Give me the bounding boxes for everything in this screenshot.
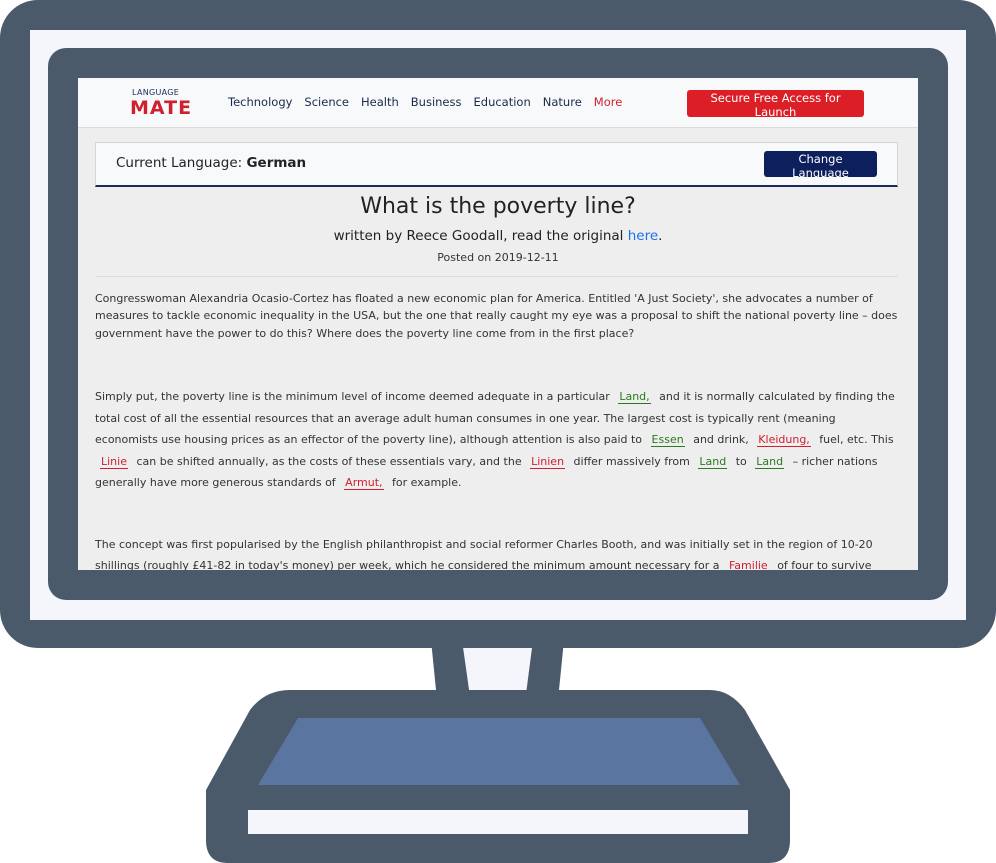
- vocab-word[interactable]: Land,: [618, 390, 651, 405]
- text-run: and drink,: [693, 433, 749, 447]
- paragraph-1: Congresswoman Alexandria Ocasio-Cortez h…: [95, 292, 898, 340]
- vocab-word[interactable]: Linien: [530, 455, 566, 469]
- article-body: Congresswoman Alexandria Ocasio-Cortez h…: [95, 290, 900, 570]
- posted-date: Posted on 2019-12-11: [437, 251, 559, 264]
- article-byline: written by Reece Goodall, read the origi…: [78, 228, 918, 244]
- byline-text: written by Reece Goodall, read the origi…: [333, 228, 624, 244]
- paragraph-3: The concept was first popularised by the…: [95, 534, 900, 570]
- logo-top-text: LANGUAGE: [132, 88, 180, 97]
- logo-main-text: MATE: [130, 97, 193, 119]
- text-run: differ massively from: [573, 454, 690, 468]
- original-article-link[interactable]: here: [628, 228, 658, 244]
- vocab-word[interactable]: Linie: [100, 455, 128, 469]
- vocab-word[interactable]: Land: [755, 455, 785, 469]
- change-language-button[interactable]: Change Language: [764, 151, 877, 180]
- vocab-word[interactable]: Armut,: [344, 476, 384, 491]
- byline-suffix: .: [658, 228, 663, 244]
- nav-education[interactable]: Education: [474, 95, 531, 109]
- divider: [95, 276, 898, 277]
- vocab-word[interactable]: Kleidung,: [757, 433, 811, 448]
- current-language-prefix: Current Language:: [116, 155, 243, 171]
- text-run: to: [735, 454, 747, 468]
- nav-technology[interactable]: Technology: [228, 95, 292, 109]
- text-run: for example.: [392, 476, 462, 490]
- browser-screen: LANGUAGE MATE Technology Science Health …: [78, 78, 918, 570]
- nav-nature[interactable]: Nature: [543, 95, 582, 109]
- text-run: can be shifted annually, as the costs of…: [136, 454, 522, 468]
- nav-more[interactable]: More: [594, 95, 623, 109]
- article-title: What is the poverty line?: [360, 194, 636, 219]
- vocab-word[interactable]: Essen: [650, 433, 685, 448]
- secure-access-button[interactable]: Secure Free Access for Launch: [687, 90, 864, 119]
- language-mate-logo[interactable]: LANGUAGE MATE: [130, 88, 191, 120]
- vocab-word[interactable]: Familie: [728, 559, 769, 570]
- language-card: Current Language: German Change Language: [95, 142, 898, 187]
- text-run: Simply put, the poverty line is the mini…: [95, 390, 610, 404]
- current-language-value: German: [246, 155, 307, 171]
- paragraph-2: Simply put, the poverty line is the mini…: [95, 386, 900, 494]
- nav-science[interactable]: Science: [304, 95, 349, 109]
- text-run: fuel, etc. This: [819, 433, 894, 447]
- nav-health[interactable]: Health: [361, 95, 399, 109]
- nav-links: Technology Science Health Business Educa…: [228, 95, 634, 109]
- nav-business[interactable]: Business: [411, 95, 462, 109]
- current-language-label: Current Language: German: [116, 155, 306, 171]
- top-navbar: LANGUAGE MATE Technology Science Health …: [78, 78, 918, 128]
- vocab-word[interactable]: Land: [698, 455, 728, 469]
